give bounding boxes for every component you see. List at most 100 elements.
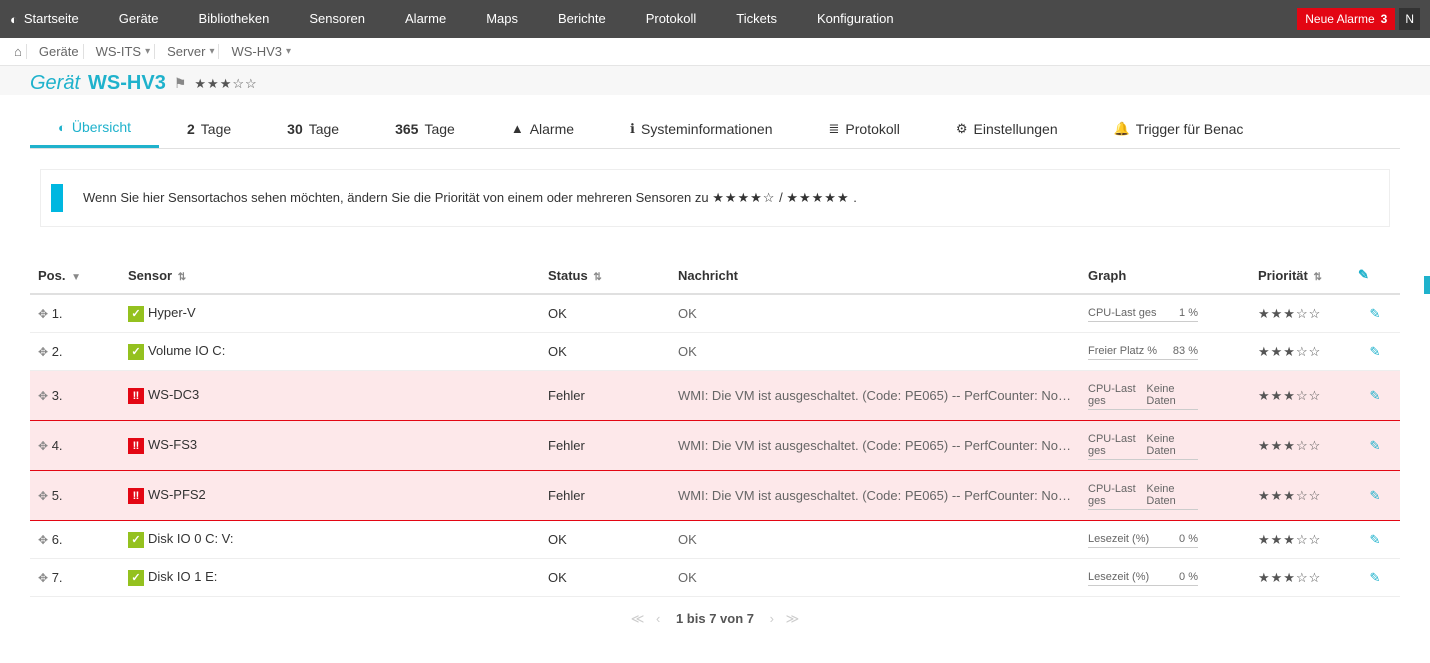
th-edit[interactable]: ✎ bbox=[1350, 257, 1400, 294]
pager-next[interactable]: › bbox=[766, 611, 778, 626]
mini-graph[interactable]: Freier Platz %83 % bbox=[1088, 343, 1198, 360]
nav-item-geräte[interactable]: Geräte bbox=[99, 0, 179, 38]
tab-systeminformationen[interactable]: ℹ Systeminformationen bbox=[602, 111, 800, 147]
th-graph[interactable]: Graph bbox=[1080, 257, 1250, 294]
stars-5-icon: ★★★★★ bbox=[786, 190, 849, 205]
priority-stars[interactable]: ★★★☆☆ bbox=[1250, 521, 1350, 559]
message-cell: WMI: Die VM ist ausgeschaltet. (Code: PE… bbox=[670, 371, 1080, 421]
mini-graph[interactable]: Lesezeit (%)0 % bbox=[1088, 531, 1198, 548]
sensor-name[interactable]: Volume IO C: bbox=[148, 343, 225, 358]
page-title-area: Gerät WS-HV3 ⚑ ★★★☆☆ bbox=[0, 66, 1430, 95]
th-priority[interactable]: Priorität ⇅ bbox=[1250, 257, 1350, 294]
priority-stars[interactable]: ★★★☆☆ bbox=[1250, 294, 1350, 333]
tab-tage[interactable]: 2 Tage bbox=[159, 111, 259, 147]
edit-row-button[interactable]: ✎ bbox=[1370, 488, 1381, 503]
hint-prefix: Wenn Sie hier Sensortachos sehen möchten… bbox=[83, 190, 712, 205]
nav-extra-button[interactable]: N bbox=[1399, 8, 1420, 30]
tab-übersicht[interactable]: ◐ Übersicht bbox=[30, 109, 159, 148]
table-row[interactable]: ✥ 4.‼WS-FS3FehlerWMI: Die VM ist ausgesc… bbox=[30, 421, 1400, 471]
tab-tage[interactable]: 30 Tage bbox=[259, 111, 367, 147]
th-sensor[interactable]: Sensor ⇅ bbox=[120, 257, 540, 294]
new-alarms-badge[interactable]: Neue Alarme 3 bbox=[1297, 8, 1395, 30]
nav-item-protokoll[interactable]: Protokoll bbox=[626, 0, 717, 38]
tab-trigger-für-benac[interactable]: 🔔 Trigger für Benac bbox=[1086, 111, 1272, 147]
status-cell: Fehler bbox=[540, 371, 670, 421]
tab-alarme[interactable]: ▲ Alarme bbox=[483, 111, 602, 147]
tab-label: Tage bbox=[201, 121, 231, 137]
drag-handle-icon[interactable]: ✥ bbox=[38, 439, 48, 453]
table-row[interactable]: ✥ 6.✓Disk IO 0 C: V:OKOKLesezeit (%)0 %★… bbox=[30, 521, 1400, 559]
mini-graph[interactable]: Lesezeit (%)0 % bbox=[1088, 569, 1198, 586]
tab-protokoll[interactable]: ≣ Protokoll bbox=[801, 111, 928, 147]
drag-handle-icon[interactable]: ✥ bbox=[38, 307, 48, 321]
nav-item-tickets[interactable]: Tickets bbox=[716, 0, 797, 38]
breadcrumb-item[interactable]: WS-ITS▾ bbox=[92, 44, 156, 59]
tab-tage[interactable]: 365 Tage bbox=[367, 111, 483, 147]
th-pos[interactable]: Pos. ▼ bbox=[30, 257, 120, 294]
nav-item-berichte[interactable]: Berichte bbox=[538, 0, 626, 38]
th-message[interactable]: Nachricht bbox=[670, 257, 1080, 294]
device-tabs: ◐ Übersicht2 Tage30 Tage365 Tage▲ Alarme… bbox=[30, 109, 1400, 149]
drag-handle-icon[interactable]: ✥ bbox=[38, 571, 48, 585]
nav-item-maps[interactable]: Maps bbox=[466, 0, 538, 38]
message-cell: OK bbox=[670, 559, 1080, 597]
table-row[interactable]: ✥ 1.✓Hyper-VOKOKCPU-Last ges1 %★★★☆☆✎ bbox=[30, 294, 1400, 333]
row-pos: 7. bbox=[52, 570, 63, 585]
nav-item-startseite[interactable]: Startseite bbox=[24, 0, 99, 38]
tab-number: 30 bbox=[287, 121, 303, 137]
edit-row-button[interactable]: ✎ bbox=[1370, 532, 1381, 547]
breadcrumb-home[interactable]: ⌂ bbox=[10, 44, 27, 59]
message-cell: OK bbox=[670, 333, 1080, 371]
edit-row-button[interactable]: ✎ bbox=[1370, 570, 1381, 585]
pager-prev[interactable]: ‹ bbox=[652, 611, 664, 626]
row-pos: 5. bbox=[52, 488, 63, 503]
drag-handle-icon[interactable]: ✥ bbox=[38, 489, 48, 503]
nav-item-konfiguration[interactable]: Konfiguration bbox=[797, 0, 914, 38]
edit-row-button[interactable]: ✎ bbox=[1370, 438, 1381, 453]
pager-last[interactable]: ≫ bbox=[782, 611, 804, 626]
sensor-name[interactable]: WS-PFS2 bbox=[148, 487, 206, 502]
drag-handle-icon[interactable]: ✥ bbox=[38, 345, 48, 359]
breadcrumb-item[interactable]: Server▾ bbox=[163, 44, 219, 59]
edit-row-button[interactable]: ✎ bbox=[1370, 344, 1381, 359]
tab-einstellungen[interactable]: ⚙ Einstellungen bbox=[928, 111, 1086, 147]
nav-item-sensoren[interactable]: Sensoren bbox=[289, 0, 385, 38]
sensor-name[interactable]: Hyper-V bbox=[148, 305, 196, 320]
mini-graph[interactable]: CPU-Last ges1 % bbox=[1088, 305, 1198, 322]
breadcrumb-item[interactable]: Geräte bbox=[35, 44, 84, 59]
tab-label: Einstellungen bbox=[974, 121, 1058, 137]
status-err-icon: ‼ bbox=[128, 438, 144, 454]
drag-handle-icon[interactable]: ✥ bbox=[38, 533, 48, 547]
priority-stars[interactable]: ★★★☆☆ bbox=[1250, 333, 1350, 371]
mini-graph[interactable]: CPU-Last gesKeine Daten bbox=[1088, 481, 1198, 510]
table-row[interactable]: ✥ 5.‼WS-PFS2FehlerWMI: Die VM ist ausges… bbox=[30, 471, 1400, 521]
nav-item-bibliotheken[interactable]: Bibliotheken bbox=[179, 0, 290, 38]
tab-icon: ℹ bbox=[630, 121, 635, 137]
sensor-name[interactable]: Disk IO 1 E: bbox=[148, 569, 217, 584]
mini-graph[interactable]: CPU-Last gesKeine Daten bbox=[1088, 431, 1198, 460]
tab-label: Übersicht bbox=[72, 119, 131, 135]
th-status[interactable]: Status ⇅ bbox=[540, 257, 670, 294]
sensor-name[interactable]: WS-DC3 bbox=[148, 387, 199, 402]
priority-stars[interactable]: ★★★☆☆ bbox=[1250, 421, 1350, 471]
nav-item-alarme[interactable]: Alarme bbox=[385, 0, 466, 38]
device-priority-stars[interactable]: ★★★☆☆ bbox=[194, 76, 257, 92]
priority-stars[interactable]: ★★★☆☆ bbox=[1250, 559, 1350, 597]
flag-icon[interactable]: ⚑ bbox=[174, 75, 187, 92]
breadcrumb: ⌂ Geräte WS-ITS▾ Server▾ WS-HV3▾ bbox=[0, 38, 1430, 66]
priority-stars[interactable]: ★★★☆☆ bbox=[1250, 471, 1350, 521]
table-row[interactable]: ✥ 3.‼WS-DC3FehlerWMI: Die VM ist ausgesc… bbox=[30, 371, 1400, 421]
edit-row-button[interactable]: ✎ bbox=[1370, 388, 1381, 403]
sensor-name[interactable]: WS-FS3 bbox=[148, 437, 197, 452]
edit-row-button[interactable]: ✎ bbox=[1370, 306, 1381, 321]
table-row[interactable]: ✥ 7.✓Disk IO 1 E:OKOKLesezeit (%)0 %★★★☆… bbox=[30, 559, 1400, 597]
pager-first[interactable]: ≪ bbox=[627, 611, 649, 626]
priority-stars[interactable]: ★★★☆☆ bbox=[1250, 371, 1350, 421]
sensor-name[interactable]: Disk IO 0 C: V: bbox=[148, 531, 233, 546]
mini-graph[interactable]: CPU-Last gesKeine Daten bbox=[1088, 381, 1198, 410]
table-row[interactable]: ✥ 2.✓Volume IO C:OKOKFreier Platz %83 %★… bbox=[30, 333, 1400, 371]
graph-value: Keine Daten bbox=[1146, 433, 1198, 457]
breadcrumb-item[interactable]: WS-HV3▾ bbox=[227, 44, 295, 59]
right-drawer-handle[interactable] bbox=[1424, 276, 1430, 294]
drag-handle-icon[interactable]: ✥ bbox=[38, 389, 48, 403]
